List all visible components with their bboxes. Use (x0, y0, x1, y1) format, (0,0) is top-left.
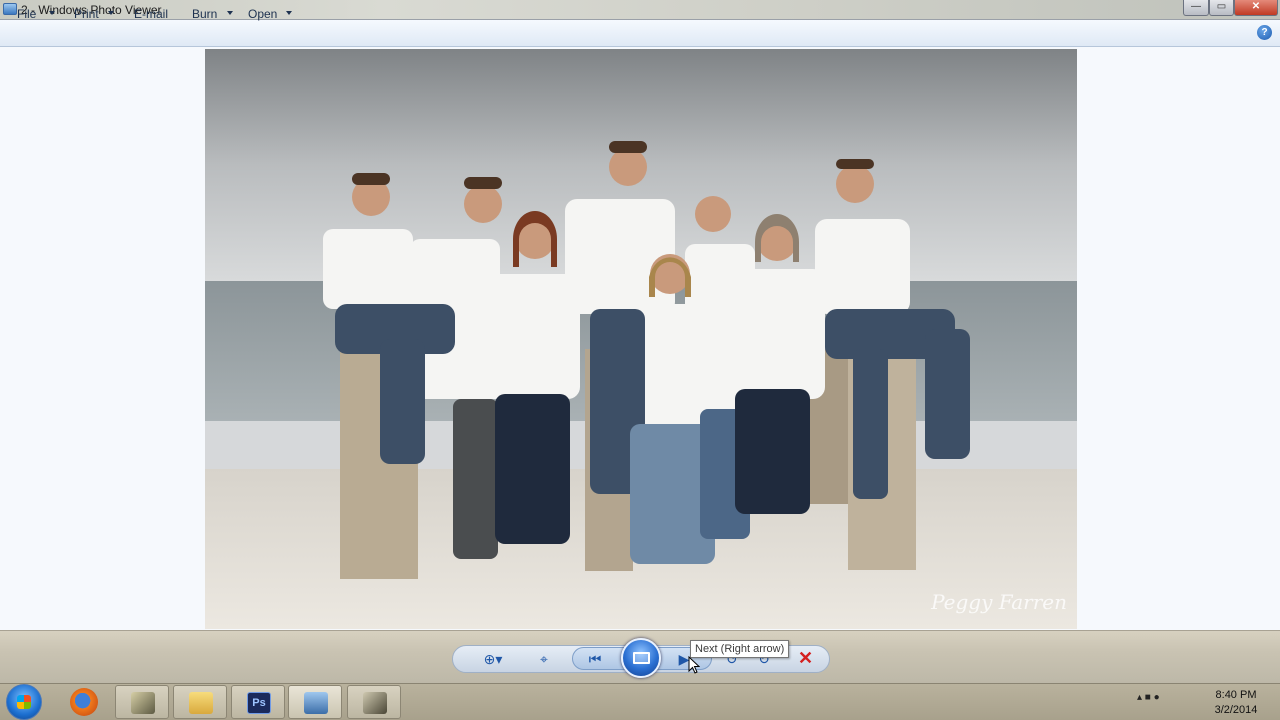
start-button[interactable] (6, 684, 42, 720)
chevron-down-icon[interactable] (227, 11, 233, 15)
app-icon (363, 692, 387, 714)
slideshow-icon (633, 652, 650, 664)
chevron-down-icon[interactable] (286, 11, 292, 15)
menu-print[interactable]: Print (74, 7, 99, 21)
menu-open[interactable]: Open (248, 7, 277, 21)
windows-logo-icon (17, 695, 31, 709)
taskbar-app-1[interactable] (115, 685, 169, 719)
folder-icon (189, 692, 213, 714)
tray-icons[interactable]: ▴ ■ ● (1137, 692, 1160, 703)
close-button[interactable]: ✕ (1234, 0, 1278, 16)
menu-bar (0, 20, 1280, 47)
fit-window-icon[interactable]: ⌖ (534, 650, 554, 668)
minimize-button[interactable]: — (1183, 0, 1209, 16)
photoshop-icon: Ps (247, 692, 271, 714)
photo-viewer-icon (304, 692, 328, 714)
clock-date: 3/2/2014 (1214, 704, 1258, 716)
mouse-cursor-icon (688, 656, 700, 674)
photo-viewer-app-icon[interactable] (3, 3, 17, 15)
taskbar-file-explorer[interactable] (173, 685, 227, 719)
menu-email[interactable]: E-mail (134, 7, 168, 21)
chevron-down-icon[interactable] (49, 11, 55, 15)
previous-icon[interactable]: ⏮ (585, 650, 605, 668)
taskbar-photo-viewer[interactable] (288, 685, 342, 719)
system-clock[interactable]: 8:40 PM 3/2/2014 (1206, 688, 1266, 718)
firefox-icon[interactable] (70, 688, 98, 716)
next-tooltip: Next (Right arrow) (690, 640, 790, 658)
taskbar-app-5[interactable] (347, 685, 401, 719)
family-photo: Peggy Farren (205, 49, 1077, 629)
maximize-button[interactable]: ▭ (1209, 0, 1234, 16)
photo-illustration: Peggy Farren (205, 49, 1077, 629)
menu-file[interactable]: File (17, 7, 36, 21)
clock-time: 8:40 PM (1215, 689, 1257, 701)
photo-watermark: Peggy Farren (930, 590, 1067, 614)
menu-burn[interactable]: Burn (192, 7, 217, 21)
help-icon[interactable]: ? (1257, 25, 1272, 40)
taskbar-photoshop[interactable]: Ps (231, 685, 285, 719)
app-icon (131, 692, 155, 714)
delete-icon[interactable]: ✕ (798, 648, 813, 669)
zoom-icon[interactable]: ⊕▾ (478, 650, 508, 668)
chevron-down-icon[interactable] (108, 11, 114, 15)
slideshow-button[interactable] (621, 638, 661, 678)
